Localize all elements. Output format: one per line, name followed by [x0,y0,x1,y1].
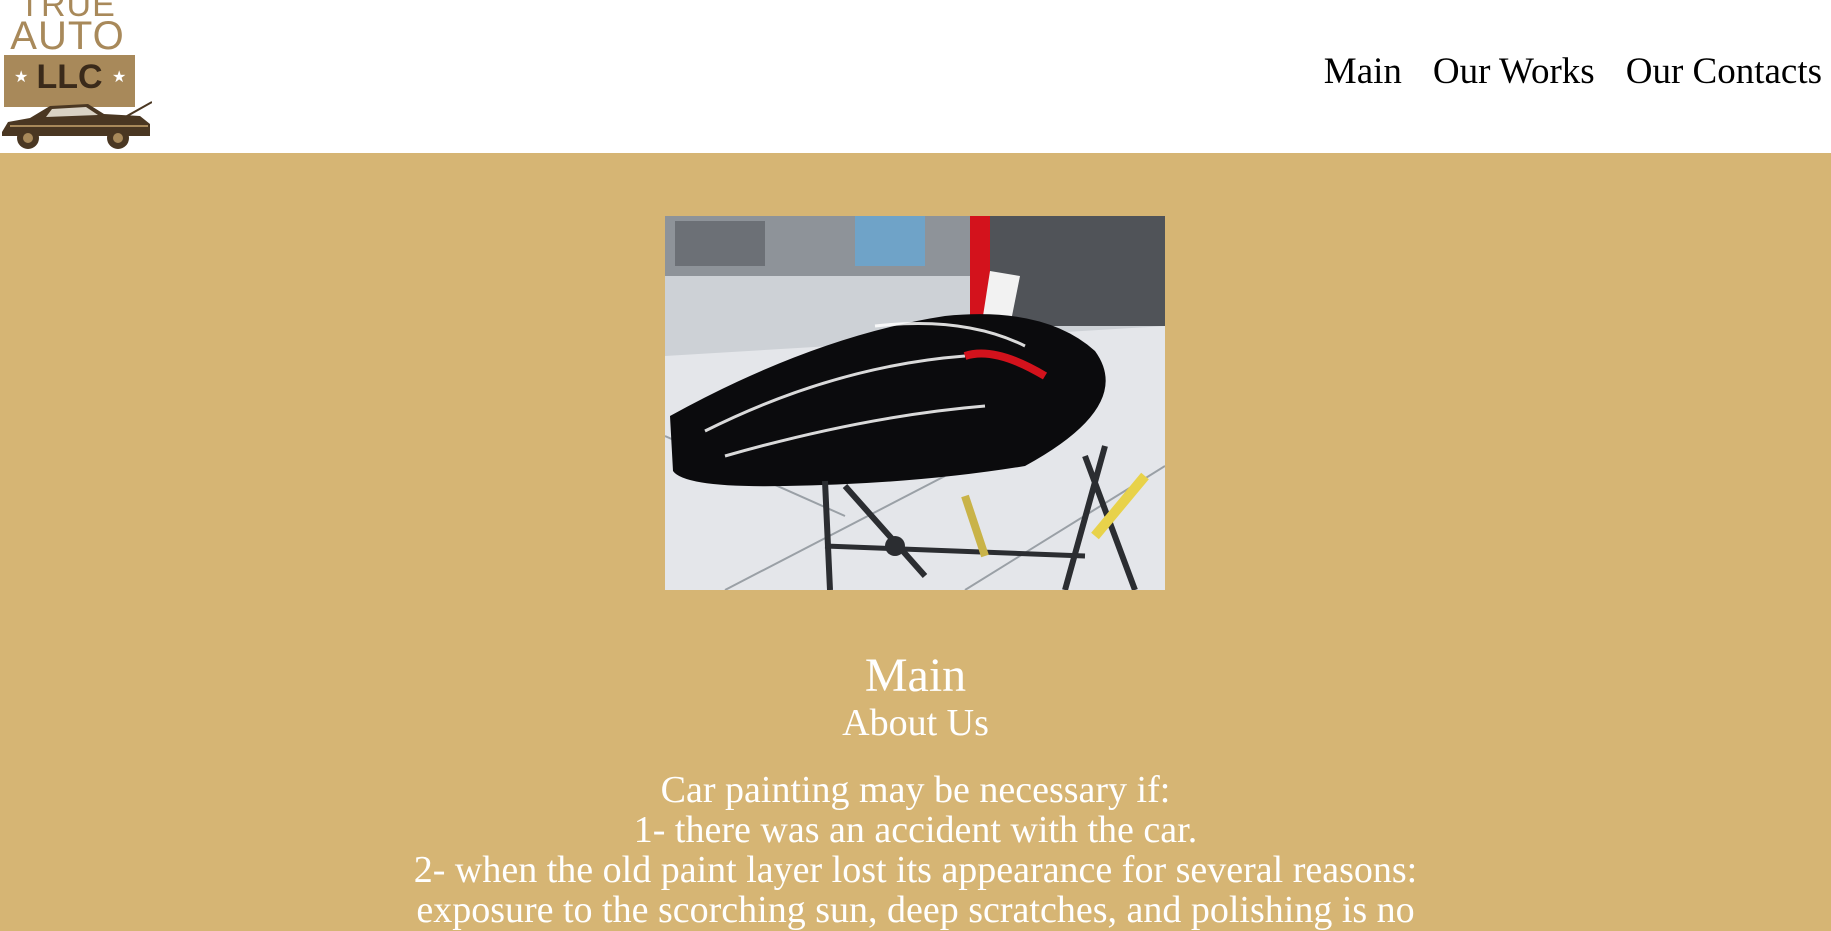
logo-word-auto: AUTO [10,14,125,58]
paragraph-line: Car painting may be necessary if: [660,769,1171,811]
paragraph-line: 2- when the old paint layer lost its app… [413,849,1418,891]
site-header: TRUE AUTO ★ LLC ★ Main Our Works Our Con… [0,0,1831,153]
main-content: Main About Us Car painting may be necess… [0,649,1831,931]
logo-star-icon: ★ [112,69,127,86]
car-hood-painting-photo [665,216,1165,590]
paragraph-line: 1- there was an accident with the car. [633,809,1198,851]
section-subtitle: About Us [842,702,989,744]
nav-link-our-contacts[interactable]: Our Contacts [1626,53,1822,90]
page-title: Main [864,649,967,702]
about-paragraph: Car painting may be necessary if: 1- the… [0,770,1831,930]
true-auto-logo[interactable]: TRUE AUTO ★ LLC ★ [0,0,152,152]
nav-link-our-works[interactable]: Our Works [1433,53,1595,90]
classic-car-icon [2,101,152,149]
paragraph-line: exposure to the scorching sun, deep scra… [416,889,1415,931]
hero-image [665,216,1165,590]
nav-link-main[interactable]: Main [1324,53,1402,90]
main-nav: Main Our Works Our Contacts [1324,53,1822,90]
